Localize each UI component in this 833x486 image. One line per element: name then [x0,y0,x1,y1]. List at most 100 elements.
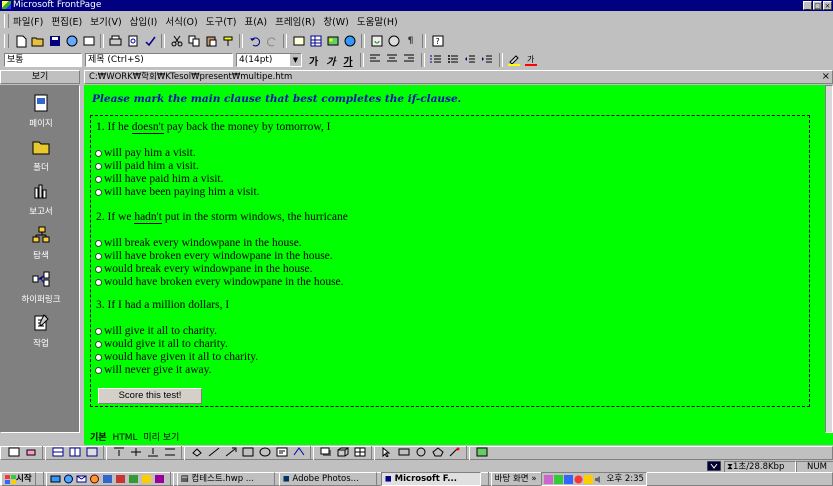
align-bottom-icon[interactable] [146,447,160,460]
insert-rows-icon[interactable] [51,447,65,460]
taskbar-hwp-button[interactable]: ▤ 컴테스트.hwp ... [176,472,275,486]
menu-insert[interactable]: 삽입(I) [130,14,158,28]
menu-frames[interactable]: 프레임(R) [275,14,315,28]
radio-button[interactable] [95,353,102,361]
print-icon[interactable] [109,35,123,48]
menu-grip[interactable] [4,14,9,28]
rectangle-tool-icon[interactable] [241,447,255,460]
q3-option-d[interactable]: will never give it away. [95,364,212,376]
volume-icon[interactable] [594,475,603,484]
underline-button[interactable]: 가 [343,53,352,68]
undo-icon[interactable] [248,35,262,48]
internet-explorer-icon[interactable] [63,474,74,484]
table-draw-icon[interactable] [7,447,21,460]
fill-color-icon[interactable] [190,447,204,460]
quick-launch-app-icon[interactable] [102,474,113,484]
toolbar-grip[interactable] [4,34,9,48]
q2-option-a[interactable]: will break every windowpane in the house… [95,237,302,249]
view-reports[interactable]: 보고서 [1,182,81,217]
radio-button[interactable] [95,340,102,348]
draw-table-icon[interactable] [353,447,367,460]
circle-shape-icon[interactable] [414,447,428,460]
radio-button[interactable] [95,149,102,157]
insert-columns-icon[interactable] [68,447,82,460]
chevron-down-icon[interactable]: ▼ [290,54,301,66]
close-button[interactable]: × [823,1,832,10]
distribute-rows-icon[interactable] [163,447,177,460]
tab-preview[interactable]: 미리 보기 [143,433,179,443]
stop-icon[interactable] [387,35,401,48]
q3-option-b[interactable]: would give it all to charity. [95,338,228,350]
rectangle-shape-icon[interactable] [397,447,411,460]
channels-icon[interactable] [89,474,100,484]
quick-launch-app-icon[interactable] [154,474,165,484]
spelling-icon[interactable] [143,35,157,48]
shadow-icon[interactable] [319,447,333,460]
textbox-tool-icon[interactable] [275,447,289,460]
score-test-button[interactable]: Score this test! [98,388,202,404]
print-preview-icon[interactable] [126,35,140,48]
line-tool-icon[interactable] [207,447,221,460]
decrease-indent-icon[interactable] [463,54,477,67]
arrow-tool-icon[interactable] [224,447,238,460]
view-page[interactable]: 페이지 [1,94,81,129]
format-painter-icon[interactable] [221,35,235,48]
menu-tools[interactable]: 도구(T) [206,14,237,28]
refresh-icon[interactable] [370,35,384,48]
cut-icon[interactable] [170,35,184,48]
bold-button[interactable]: 가 [309,53,318,68]
help-icon[interactable]: ? [431,35,445,48]
tray-icon[interactable] [553,474,563,484]
view-hyperlinks[interactable]: 하이퍼링크 [1,270,81,305]
increase-indent-icon[interactable] [480,54,494,67]
insert-picture-icon[interactable] [326,35,340,48]
hyperlink-icon[interactable] [343,35,357,48]
tray-icon[interactable] [563,474,573,484]
q2-option-d[interactable]: would have broken every windowpane in th… [95,276,344,288]
taskbar-frontpage-button[interactable]: ◼ Microsoft F... [380,472,481,486]
delete-cells-icon[interactable] [85,447,99,460]
taskbar-photoshop-button[interactable]: ◼ Adobe Photos... [278,472,377,486]
open-folder-icon[interactable] [31,35,45,48]
radio-button[interactable] [95,327,102,335]
menu-file[interactable]: 파일(F) [13,14,43,28]
tab-normal[interactable]: 기본 [90,433,107,443]
3d-icon[interactable] [336,447,350,460]
eraser-icon[interactable] [24,447,38,460]
desktop-toolbar-label[interactable]: 바탕 화면 » [495,473,537,485]
show-all-pilcrow-icon[interactable]: ¶ [404,35,418,48]
font-dropdown[interactable]: 제목 (Ctrl+S) [85,53,233,67]
close-document-icon[interactable]: × [822,71,830,83]
q3-option-a[interactable]: will give it all to charity. [95,325,217,337]
clock[interactable]: 오후 2:35 [607,473,644,485]
view-navigation[interactable]: 탐색 [1,226,81,261]
ellipse-tool-icon[interactable] [258,447,272,460]
font-size-dropdown[interactable]: 4(14pt) ▼ [236,53,302,67]
view-tasks[interactable]: 작업 [1,314,81,349]
radio-button[interactable] [95,265,102,273]
menu-format[interactable]: 서식(O) [165,14,197,28]
radio-button[interactable] [95,175,102,183]
save-icon[interactable] [48,35,62,48]
italic-button[interactable]: 가 [326,53,335,68]
wordart-icon[interactable] [292,446,306,460]
paste-icon[interactable] [204,35,218,48]
radio-button[interactable] [95,188,102,196]
align-center-icon[interactable] [385,54,399,67]
picture-options-icon[interactable] [475,447,489,460]
radio-button[interactable] [95,366,102,374]
q1-option-b[interactable]: will paid him a visit. [95,160,199,172]
quick-launch-app-icon[interactable] [115,474,126,484]
maximize-button[interactable]: □ [813,1,822,10]
quick-launch-app-icon[interactable] [128,474,139,484]
align-left-icon[interactable] [368,54,382,67]
align-middle-icon[interactable] [129,447,143,460]
folder-list-icon[interactable] [82,35,96,48]
tray-icon[interactable] [543,474,553,484]
font-color-icon[interactable]: 가 [524,54,538,67]
frontpage-app-icon[interactable] [2,1,11,9]
new-page-icon[interactable] [14,35,28,48]
publish-web-icon[interactable] [65,35,79,48]
insert-component-icon[interactable] [292,35,306,48]
radio-button[interactable] [95,278,102,286]
